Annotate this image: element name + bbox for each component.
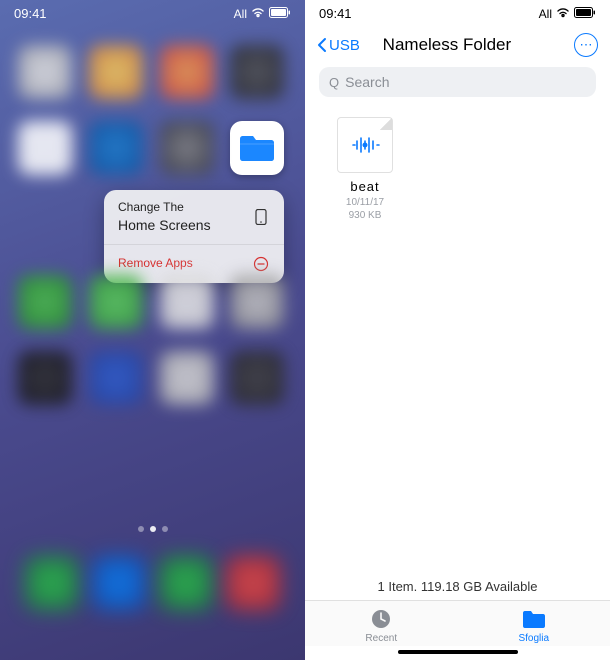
app-icon[interactable]: [160, 45, 214, 99]
folder-icon: [522, 607, 546, 631]
more-button[interactable]: ⋯: [574, 33, 598, 57]
app-icon[interactable]: [160, 351, 214, 405]
dock-app-icon[interactable]: [159, 556, 213, 610]
menu-line2: Home Screens: [118, 216, 211, 234]
page-title: Nameless Folder: [320, 35, 574, 55]
dock: [0, 546, 305, 620]
page-indicator: [138, 526, 168, 532]
tab-label: Sfoglia: [518, 633, 549, 644]
ellipsis-icon: ⋯: [580, 37, 593, 53]
app-grid-top: [0, 25, 305, 195]
file-meta: 10/11/17 930 KB: [346, 196, 384, 222]
status-right: All: [234, 7, 291, 21]
file-date: 10/11/17: [346, 196, 384, 209]
file-thumbnail: [337, 117, 393, 173]
app-icon[interactable]: [230, 275, 284, 329]
app-icon[interactable]: [89, 275, 143, 329]
file-grid: beat 10/11/17 930 KB: [305, 109, 610, 567]
menu-item-edit-home[interactable]: Change The Home Screens: [104, 190, 284, 244]
app-icon[interactable]: [18, 275, 72, 329]
nav-bar: USB Nameless Folder ⋯: [305, 25, 610, 63]
footer-status: 1 Item. 119.18 GB Available: [305, 567, 610, 600]
home-indicator[interactable]: [398, 650, 518, 654]
tab-label: Recent: [365, 633, 397, 644]
status-right: All: [539, 7, 596, 21]
carrier-label: All: [539, 7, 552, 21]
status-bar: 09:41 All: [0, 0, 305, 25]
app-icon[interactable]: [18, 121, 72, 175]
audio-file-icon: [350, 135, 380, 155]
app-icon[interactable]: [89, 351, 143, 405]
battery-icon: [269, 7, 291, 21]
clock-icon: [369, 607, 393, 631]
app-icon[interactable]: [230, 45, 284, 99]
file-size: 930 KB: [346, 209, 384, 222]
app-icon[interactable]: [18, 351, 72, 405]
app-icon[interactable]: [18, 45, 72, 99]
tab-bar: Recent Sfoglia: [305, 600, 610, 646]
status-time: 09:41: [319, 6, 352, 21]
status-bar: 09:41 All: [305, 0, 610, 25]
home-screen-phone: 09:41 All Change The: [0, 0, 305, 660]
tab-browse[interactable]: Sfoglia: [458, 607, 610, 644]
phone-icon: [252, 208, 270, 226]
app-icon[interactable]: [160, 275, 214, 329]
app-grid-lower: [0, 275, 305, 405]
remove-icon: [252, 255, 270, 273]
wifi-icon: [251, 7, 265, 21]
app-icon[interactable]: [160, 121, 214, 175]
search-placeholder: Search: [345, 74, 389, 90]
app-icon[interactable]: [89, 45, 143, 99]
remove-label: Remove Apps: [118, 256, 193, 272]
dock-app-icon[interactable]: [25, 556, 79, 610]
files-app-phone: 09:41 All USB Nameless Folder ⋯ Q Search: [305, 0, 610, 660]
search-icon: Q: [329, 75, 339, 90]
menu-line1: Change The: [118, 200, 211, 216]
context-menu: Change The Home Screens Remove Apps: [104, 190, 284, 283]
tab-recent[interactable]: Recent: [305, 607, 458, 644]
dock-app-icon[interactable]: [226, 556, 280, 610]
status-time: 09:41: [14, 6, 47, 21]
wifi-icon: [556, 7, 570, 21]
search-input[interactable]: Q Search: [319, 67, 596, 97]
file-item[interactable]: beat 10/11/17 930 KB: [325, 117, 405, 222]
file-name: beat: [350, 179, 379, 194]
carrier-label: All: [234, 7, 247, 21]
folder-icon: [238, 133, 276, 163]
files-app-icon[interactable]: [230, 121, 284, 175]
dock-app-icon[interactable]: [92, 556, 146, 610]
battery-icon: [574, 7, 596, 21]
app-icon[interactable]: [89, 121, 143, 175]
app-icon[interactable]: [230, 351, 284, 405]
